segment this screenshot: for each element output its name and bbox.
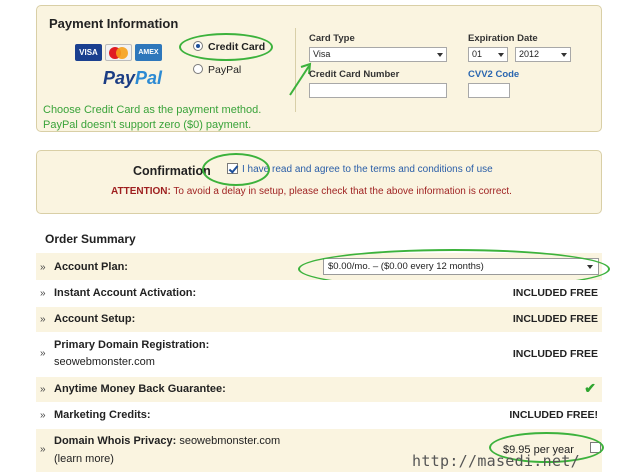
row-activation: » Instant Account Activation: INCLUDED F…: [36, 280, 602, 306]
row-title: Instant Account Activation:: [54, 287, 197, 299]
chevron-down-icon: [498, 53, 504, 57]
row-value: INCLUDED FREE!: [509, 409, 598, 421]
chevron-down-icon: [561, 53, 567, 57]
exp-month-select[interactable]: 01: [468, 47, 508, 62]
row-title: Marketing Credits:: [54, 409, 151, 421]
row-money-back: » Anytime Money Back Guarantee: ✔: [36, 376, 602, 402]
card-type-label: Card Type: [309, 33, 355, 44]
agree-checkbox[interactable]: [227, 163, 238, 174]
row-title: Account Setup:: [54, 313, 136, 325]
mastercard-logo: [105, 44, 132, 61]
chevron-down-icon: [587, 265, 593, 269]
credit-card-label[interactable]: Credit Card: [208, 41, 265, 53]
exp-year-select[interactable]: 2012: [515, 47, 571, 62]
checkmark-icon: ✔: [584, 380, 596, 396]
cvv-input[interactable]: [468, 83, 510, 98]
payment-panel: Payment Information VISA AMEX PayPal Cre…: [36, 5, 602, 132]
row-domain-registration: » Primary Domain Registration: seowebmon…: [36, 332, 602, 376]
row-title: Primary Domain Registration:: [54, 339, 210, 351]
whois-privacy-checkbox[interactable]: [590, 442, 601, 453]
paypal-label[interactable]: PayPal: [208, 64, 241, 76]
learn-more-link[interactable]: (learn more): [54, 453, 114, 465]
card-type-select[interactable]: Visa: [309, 47, 447, 62]
cvv-label[interactable]: CVV2 Code: [468, 69, 519, 80]
confirmation-panel: Confirmation I have read and agree to th…: [36, 150, 602, 214]
paypal-radio[interactable]: [193, 64, 203, 74]
chevron-down-icon: [437, 53, 443, 57]
row-title: Anytime Money Back Guarantee:: [54, 383, 226, 395]
payment-hint: Choose Credit Card as the payment method…: [43, 104, 262, 131]
row-value: INCLUDED FREE: [512, 348, 598, 360]
payment-title: Payment Information: [49, 16, 179, 31]
expiration-label: Expiration Date: [468, 33, 538, 44]
row-value: INCLUDED FREE: [512, 287, 598, 299]
paypal-logo: PayPal: [103, 68, 163, 88]
row-domain: seowebmonster.com: [54, 356, 155, 368]
checkout-page: Payment Information VISA AMEX PayPal Cre…: [0, 0, 640, 476]
card-number-input[interactable]: [309, 83, 447, 98]
row-marketing-credits: » Marketing Credits: INCLUDED FREE!: [36, 402, 602, 428]
row-value: INCLUDED FREE: [512, 313, 598, 325]
visa-logo: VISA: [75, 44, 102, 61]
row-account-plan: » Account Plan: $0.00/mo. – ($0.00 every…: [36, 249, 610, 289]
attention-notice: ATTENTION: To avoid a delay in setup, pl…: [111, 186, 512, 197]
credit-card-radio[interactable]: [193, 41, 203, 51]
card-number-label: Credit Card Number: [309, 69, 400, 80]
row-setup: » Account Setup: INCLUDED FREE: [36, 306, 602, 332]
confirmation-title: Confirmation: [133, 164, 211, 178]
watermark: http://masedi.net/: [412, 452, 580, 470]
amex-logo: AMEX: [135, 44, 162, 61]
agree-terms-link[interactable]: I have read and agree to the terms and c…: [242, 164, 493, 175]
account-plan-select[interactable]: $0.00/mo. – ($0.00 every 12 months): [323, 258, 599, 275]
row-title: Account Plan:: [54, 261, 128, 273]
row-title: Domain Whois Privacy: seowebmonster.com: [54, 435, 281, 447]
order-summary-title: Order Summary: [45, 232, 136, 246]
